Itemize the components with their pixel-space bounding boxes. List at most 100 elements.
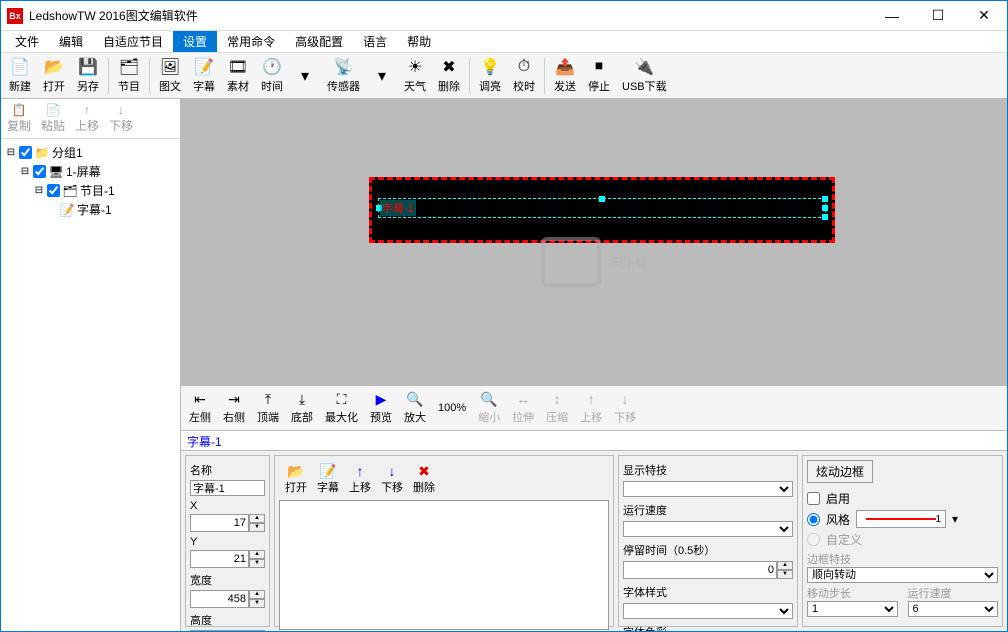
stay-down[interactable]: ▼	[777, 570, 793, 579]
font-style-select[interactable]	[623, 603, 793, 619]
toolbtn-左侧[interactable]: ⇤左侧	[183, 389, 217, 427]
h-up[interactable]: ▲	[249, 630, 265, 631]
name-input[interactable]	[190, 480, 265, 496]
toolbtn-图文[interactable]: 🖼图文	[153, 55, 187, 96]
border-speed-select[interactable]: 6	[908, 601, 999, 617]
resize-handle-top[interactable]	[599, 196, 605, 202]
toolbtn-打开[interactable]: 📂打开	[37, 55, 71, 96]
tree-group[interactable]: ⊟📁分组1	[5, 143, 176, 162]
menu-语言[interactable]: 语言	[353, 31, 397, 52]
sidebtn-粘贴[interactable]: 📄粘贴	[37, 102, 69, 135]
content-list[interactable]	[279, 500, 609, 630]
sidebtn-下移[interactable]: ↓下移	[105, 102, 137, 135]
tree-group-check[interactable]	[19, 146, 32, 159]
w-down[interactable]: ▼	[249, 599, 265, 608]
toolbtn-顶端[interactable]: ⤒顶端	[251, 389, 285, 427]
toolbtn-右侧[interactable]: ⇥右侧	[217, 389, 251, 427]
sidebtn-上移[interactable]: ↑上移	[71, 102, 103, 135]
stay-input[interactable]	[623, 561, 777, 579]
menu-自适应节目[interactable]: 自适应节目	[93, 31, 173, 52]
sidebtn-复制[interactable]: 📋复制	[3, 102, 35, 135]
menu-高级配置[interactable]: 高级配置	[285, 31, 353, 52]
toolbtn-素材[interactable]: 🎞素材	[221, 55, 255, 96]
toolbtn-新建[interactable]: 📄新建	[3, 55, 37, 96]
minimize-button[interactable]: —	[869, 1, 915, 31]
width-input[interactable]	[190, 590, 249, 608]
stay-up[interactable]: ▲	[777, 561, 793, 570]
tree-screen[interactable]: ⊟🖥1-屏幕	[5, 162, 176, 181]
menu-编辑[interactable]: 编辑	[49, 31, 93, 52]
p2btn-上移[interactable]: ↑上移	[345, 462, 375, 496]
tree-program-check[interactable]	[47, 184, 60, 197]
x-down[interactable]: ▼	[249, 523, 265, 532]
toolbtn-天气[interactable]: ☀天气	[398, 55, 432, 96]
x-up[interactable]: ▲	[249, 514, 265, 523]
resize-handle-right[interactable]	[822, 205, 828, 211]
toolbtn-删除[interactable]: ✖删除	[432, 55, 466, 96]
menu-设置[interactable]: 设置	[173, 31, 217, 52]
toolbtn-校时[interactable]: ⏱校时	[507, 55, 541, 96]
tree-subtitle[interactable]: 📝字幕-1	[5, 200, 176, 219]
subtitle-text: 字幕-1	[380, 200, 416, 216]
subtitle-region[interactable]	[378, 198, 826, 218]
dropdown-icon[interactable]: ▾	[952, 512, 958, 526]
led-screen-preview[interactable]: 字幕-1	[369, 177, 835, 243]
toolbtn-时间[interactable]: 🕐时间	[255, 55, 289, 96]
enable-border-check[interactable]	[807, 492, 820, 505]
x-label: X	[190, 500, 265, 512]
p2btn-字幕[interactable]: 📝字幕	[313, 462, 343, 496]
menu-帮助[interactable]: 帮助	[397, 31, 441, 52]
y-down[interactable]: ▼	[249, 559, 265, 568]
menu-文件[interactable]: 文件	[5, 31, 49, 52]
maximize-button[interactable]: ☐	[915, 1, 961, 31]
height-input[interactable]	[190, 630, 249, 631]
toolbtn-节目[interactable]: 🗂节目	[112, 55, 146, 96]
program-icon: 🗂	[62, 184, 78, 198]
resize-handle-br[interactable]	[822, 214, 828, 220]
x-input[interactable]	[190, 514, 249, 532]
close-button[interactable]: ✕	[961, 1, 1007, 31]
style-radio[interactable]	[807, 513, 820, 526]
toolbtn-字幕[interactable]: 📝字幕	[187, 55, 221, 96]
menu-常用命令[interactable]: 常用命令	[217, 31, 285, 52]
canvas[interactable]: 字幕-1 安下载	[181, 99, 1007, 385]
toolbtn-另存[interactable]: 💾另存	[71, 55, 105, 96]
effect-label: 显示特技	[623, 462, 793, 478]
toolbtn-调亮[interactable]: 💡调亮	[473, 55, 507, 96]
p2btn-下移[interactable]: ↓下移	[377, 462, 407, 496]
toolbtn-发送[interactable]: 📤发送	[548, 55, 582, 96]
toolbtn-100%[interactable]: 100%	[432, 400, 472, 416]
step-select[interactable]: 1	[807, 601, 898, 617]
toolbtn-dropdown[interactable]: ▾	[366, 64, 398, 88]
tree-screen-check[interactable]	[33, 165, 46, 178]
width-label: 宽度	[190, 572, 265, 588]
w-up[interactable]: ▲	[249, 590, 265, 599]
toolbtn-上移: ↑上移	[574, 389, 608, 427]
border-panel: 炫动边框 启用 风格 1 ▾ 自定义 边框特技 顺向转动 移动步长 1 运行速度	[802, 455, 1003, 627]
property-tab[interactable]: 字幕-1	[181, 431, 1007, 451]
toolbtn-传感器[interactable]: 📡传感器	[321, 55, 366, 96]
toolbtn-预览[interactable]: ▶预览	[364, 389, 398, 427]
border-tab[interactable]: 炫动边框	[807, 460, 873, 483]
toolbtn-停止[interactable]: ⏹停止	[582, 55, 616, 96]
toolbtn-最大化[interactable]: ⛶最大化	[319, 389, 364, 427]
y-up[interactable]: ▲	[249, 550, 265, 559]
toolbtn-dropdown[interactable]: ▾	[289, 64, 321, 88]
canvas-toolbar: ⇤左侧⇥右侧⤒顶端⤓底部⛶最大化▶预览🔍放大100%🔍缩小↔拉伸↕压缩↑上移↓下…	[181, 385, 1007, 431]
resize-handle-tr[interactable]	[822, 196, 828, 202]
border-effect-select[interactable]: 顺向转动	[807, 567, 998, 583]
project-tree[interactable]: ⊟📁分组1 ⊟🖥1-屏幕 ⊟🗂节目-1 📝字幕-1	[1, 139, 180, 631]
border-preview[interactable]: 1	[856, 510, 946, 528]
toolbtn-放大[interactable]: 🔍放大	[398, 389, 432, 427]
p2btn-打开[interactable]: 📂打开	[281, 462, 311, 496]
y-input[interactable]	[190, 550, 249, 568]
speed-select[interactable]	[623, 521, 793, 537]
effect-select[interactable]	[623, 481, 793, 497]
folder-icon: 📁	[34, 146, 50, 160]
sidebar-edit-buttons: 📋复制📄粘贴↑上移↓下移	[1, 99, 180, 139]
toolbtn-USB下载[interactable]: 🔌USB下载	[616, 55, 673, 96]
menubar: 文件编辑自适应节目设置常用命令高级配置语言帮助	[1, 31, 1007, 53]
toolbtn-底部[interactable]: ⤓底部	[285, 389, 319, 427]
p2btn-删除[interactable]: ✖删除	[409, 462, 439, 496]
tree-program[interactable]: ⊟🗂节目-1	[5, 181, 176, 200]
